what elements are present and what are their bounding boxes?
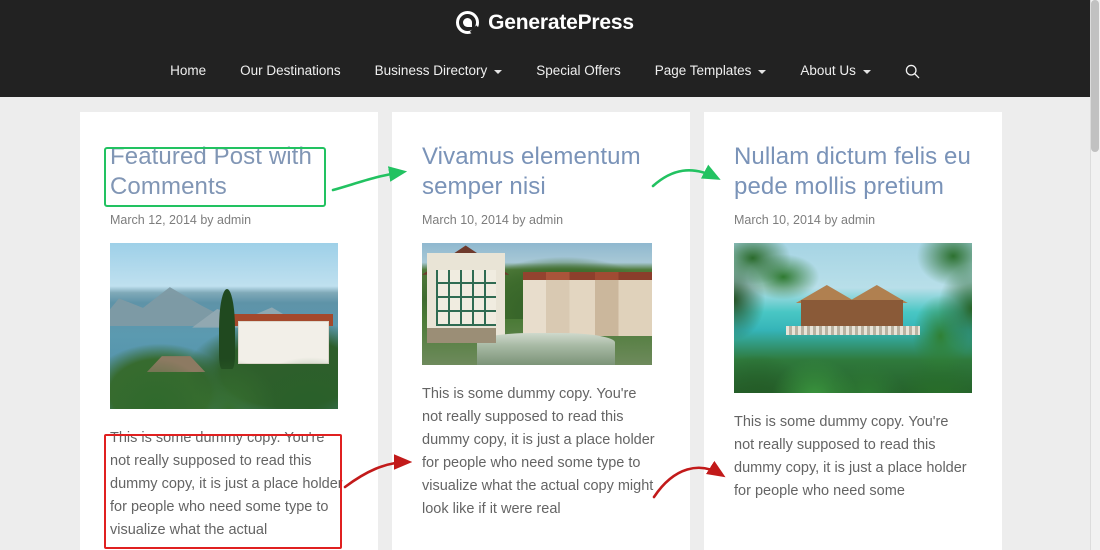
post-card: Nullam dictum felis eu pede mollis preti… <box>704 112 1002 550</box>
nav-label: About Us <box>800 63 856 78</box>
nav-item-business-directory[interactable]: Business Directory <box>358 45 520 97</box>
nav-label: Page Templates <box>654 63 752 78</box>
post-thumbnail[interactable] <box>734 243 972 393</box>
post-card: Vivamus elementum semper nisi March 10, … <box>392 112 690 550</box>
post-author: by admin <box>512 213 564 227</box>
post-card: Featured Post with Comments March 12, 20… <box>80 112 378 550</box>
post-date: March 12, 2014 <box>110 213 197 227</box>
page-scrollbar[interactable] <box>1090 0 1100 550</box>
post-author: by admin <box>824 213 876 227</box>
scrollbar-thumb[interactable] <box>1091 0 1099 152</box>
post-meta: March 10, 2014 by admin <box>422 213 660 227</box>
nav-label: Our Destinations <box>240 63 341 78</box>
post-meta: March 10, 2014 by admin <box>734 213 972 227</box>
nav-label: Business Directory <box>374 63 488 78</box>
nav-label: Home <box>170 63 207 78</box>
nav-item-our-destinations[interactable]: Our Destinations <box>223 45 358 97</box>
nav-item-special-offers[interactable]: Special Offers <box>519 45 638 97</box>
post-date: March 10, 2014 <box>734 213 821 227</box>
post-title-link[interactable]: Featured Post with Comments <box>110 142 348 202</box>
nav-label: Special Offers <box>536 63 621 78</box>
primary-navigation: Home Our Destinations Business Directory… <box>0 45 1090 97</box>
post-title-link[interactable]: Nullam dictum felis eu pede mollis preti… <box>734 142 972 202</box>
brand-row: GeneratePress <box>0 0 1090 45</box>
post-meta: March 12, 2014 by admin <box>110 213 348 227</box>
post-thumbnail[interactable] <box>110 243 338 409</box>
chevron-down-icon <box>862 70 871 74</box>
post-title-link[interactable]: Vivamus elementum semper nisi <box>422 142 660 202</box>
post-date: March 10, 2014 <box>422 213 509 227</box>
post-excerpt: This is some dummy copy. You're not real… <box>734 414 967 499</box>
nav-item-home[interactable]: Home <box>153 45 223 97</box>
site-header: GeneratePress Home Our Destinations Busi… <box>0 0 1090 97</box>
generatepress-logo-icon <box>456 11 480 34</box>
nav-item-page-templates[interactable]: Page Templates <box>638 45 784 97</box>
nav-search-toggle[interactable] <box>888 64 937 79</box>
post-author: by admin <box>200 213 252 227</box>
site-title: GeneratePress <box>488 10 634 34</box>
site-branding[interactable]: GeneratePress <box>456 11 634 35</box>
browser-viewport: GeneratePress Home Our Destinations Busi… <box>0 0 1100 550</box>
post-excerpt: This is some dummy copy. You're not real… <box>110 430 343 538</box>
nav-item-about-us[interactable]: About Us <box>783 45 888 97</box>
post-excerpt: This is some dummy copy. You're not real… <box>422 386 655 517</box>
chevron-down-icon <box>494 70 503 74</box>
post-grid: Featured Post with Comments March 12, 20… <box>80 112 1002 550</box>
content-area: Featured Post with Comments March 12, 20… <box>0 97 1090 550</box>
chevron-down-icon <box>758 70 767 74</box>
search-icon <box>905 64 920 78</box>
post-thumbnail[interactable] <box>422 243 652 365</box>
